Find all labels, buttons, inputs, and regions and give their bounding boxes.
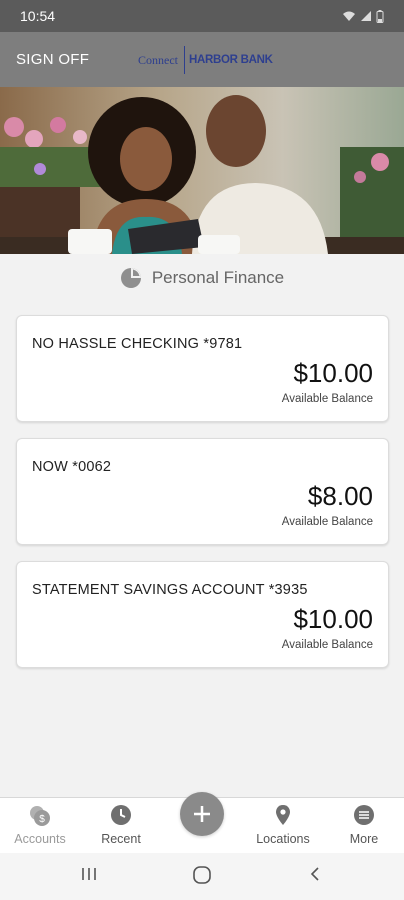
svg-text:$: $ <box>39 814 45 825</box>
account-name: NO HASSLE CHECKING *9781 <box>32 336 243 352</box>
logo-bank-name: HARBOR BANK <box>189 54 273 66</box>
sign-off-button[interactable]: SIGN OFF <box>16 32 89 87</box>
tab-label: More <box>349 832 379 846</box>
home-button[interactable] <box>192 865 212 890</box>
account-name: STATEMENT SAVINGS ACCOUNT *3935 <box>32 582 308 598</box>
plus-icon <box>194 806 210 822</box>
section-title: Personal Finance <box>0 262 404 294</box>
location-pin-icon <box>275 804 291 831</box>
account-balance: $10.00 <box>293 358 373 388</box>
status-icons <box>342 9 384 23</box>
balance-label: Available Balance <box>281 393 373 405</box>
account-card[interactable]: STATEMENT SAVINGS ACCOUNT *3935 $10.00 A… <box>16 561 389 668</box>
add-button[interactable] <box>180 792 224 836</box>
balance-label: Available Balance <box>281 516 373 528</box>
wifi-icon <box>343 11 355 21</box>
balance-label: Available Balance <box>281 639 373 651</box>
account-card[interactable]: NO HASSLE CHECKING *9781 $10.00 Availabl… <box>16 315 389 422</box>
clock-icon <box>110 804 132 831</box>
account-card[interactable]: NOW *0062 $8.00 Available Balance <box>16 438 389 545</box>
tab-more[interactable]: More <box>324 798 404 854</box>
battery-icon <box>376 9 384 23</box>
logo-prefix: Connect <box>138 52 178 67</box>
recent-apps-button[interactable] <box>80 865 98 888</box>
tab-label: Locations <box>256 832 310 846</box>
tab-label: Recent <box>101 832 141 846</box>
back-icon <box>310 867 319 881</box>
more-icon <box>353 804 375 831</box>
back-button[interactable] <box>306 865 324 888</box>
signal-icon <box>361 11 371 21</box>
bank-logo: Connect HARBOR BANK <box>138 44 273 76</box>
system-nav-bar <box>0 853 404 900</box>
logo-divider <box>184 46 185 74</box>
status-time: 10:54 <box>20 8 56 24</box>
section-title-label: Personal Finance <box>151 268 285 287</box>
account-balance: $8.00 <box>307 481 373 511</box>
accounts-icon: $ <box>28 804 52 833</box>
status-bar: 10:54 <box>0 0 404 32</box>
tab-label: Accounts <box>14 832 66 846</box>
tab-recent[interactable]: Recent <box>81 798 161 854</box>
home-icon <box>193 866 211 884</box>
app-header: SIGN OFF Connect HARBOR BANK <box>0 32 404 87</box>
tab-locations[interactable]: Locations <box>243 798 323 854</box>
account-balance: $10.00 <box>293 604 373 634</box>
recent-apps-icon <box>82 868 96 880</box>
pie-chart-icon <box>120 268 141 288</box>
bottom-tab-bar: $ Accounts Recent Locations More <box>0 792 404 854</box>
account-name: NOW *0062 <box>32 459 112 475</box>
hero-image <box>0 87 404 254</box>
tab-accounts[interactable]: $ Accounts <box>0 798 80 854</box>
